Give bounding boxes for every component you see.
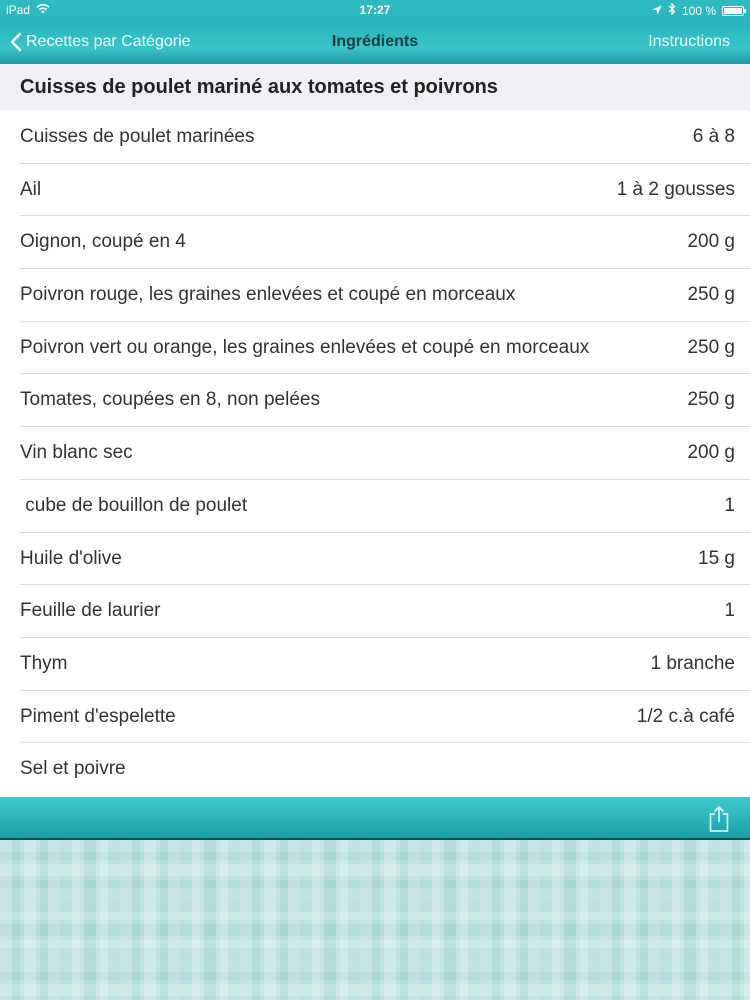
ingredient-quantity: 15 g <box>698 547 735 569</box>
ingredient-name: Sel et poivre <box>20 758 126 780</box>
battery-fill <box>724 7 742 14</box>
ingredient-quantity: 250 g <box>687 336 735 358</box>
nav-title: Ingrédients <box>331 33 419 50</box>
ingredient-quantity: 1 <box>724 600 735 622</box>
ingredient-name: Oignon, coupé en 4 <box>20 231 186 253</box>
ingredient-quantity: 250 g <box>687 389 735 411</box>
bluetooth-icon <box>668 2 676 18</box>
battery-text: 100 % <box>681 3 716 18</box>
ingredient-name: Poivron vert ou orange, les graines enle… <box>20 336 590 358</box>
ingredient-name: Thym <box>20 652 68 674</box>
ingredient-name: Poivron rouge, les graines enlevées et c… <box>20 284 516 306</box>
ingredient-name: Vin blanc sec <box>20 442 133 464</box>
share-icon <box>709 805 729 832</box>
ingredient-name: Feuille de laurier <box>20 600 161 622</box>
ingredient-row[interactable]: Cuisses de poulet marinées 6 à 8 <box>20 111 750 164</box>
ingredient-quantity: 1 <box>724 494 735 516</box>
ingredient-quantity: 250 g <box>687 284 735 306</box>
ingredient-quantity: 1 branche <box>650 652 735 674</box>
bottom-toolbar <box>0 797 750 840</box>
instructions-button[interactable]: Instructions <box>648 20 730 64</box>
ingredient-name: Cuisses de poulet marinées <box>20 126 255 147</box>
ingredient-row[interactable]: Sel et poivre <box>20 743 750 796</box>
ingredient-quantity: 1 à 2 gousses <box>616 178 735 200</box>
ingredient-row[interactable]: Piment d'espelette 1/2 c.à café <box>20 691 750 744</box>
ingredient-name: Huile d'olive <box>20 547 122 569</box>
ingredient-name: Tomates, coupées en 8, non pelées <box>20 389 320 411</box>
recipe-title: Cuisses de poulet mariné aux tomates et … <box>0 64 750 110</box>
ingredient-row[interactable]: Poivron rouge, les graines enlevées et c… <box>20 269 750 322</box>
ingredient-row[interactable]: Thym 1 branche <box>20 638 750 691</box>
ingredient-row[interactable]: Poivron vert ou orange, les graines enle… <box>20 322 750 375</box>
ingredient-name: cube de bouillon de poulet <box>20 494 248 516</box>
ingredient-name: Piment d'espelette <box>20 705 176 727</box>
ingredient-row[interactable]: Feuille de laurier 1 <box>20 585 750 638</box>
ingredient-quantity: 200 g <box>687 442 735 464</box>
ingredient-row[interactable]: Vin blanc sec 200 g <box>20 427 750 480</box>
ingredient-name: Ail <box>20 178 42 200</box>
status-right: 100 % <box>652 2 746 18</box>
ingredient-row[interactable]: cube de bouillon de poulet 1 <box>20 480 750 533</box>
battery-icon <box>722 5 746 16</box>
navigation-bar: Recettes par Catégorie Ingrédients Instr… <box>0 20 750 64</box>
status-time: 17:27 <box>359 3 391 17</box>
ingredients-list: Cuisses de poulet marinées 6 à 8 Ail 1 à… <box>0 111 750 796</box>
background-pattern <box>0 840 750 1000</box>
ingredient-row[interactable]: Ail 1 à 2 gousses <box>20 164 750 217</box>
share-button[interactable] <box>706 805 732 833</box>
ingredient-row[interactable]: Tomates, coupées en 8, non pelées 250 g <box>20 374 750 428</box>
ingredient-quantity: 6 à 8 <box>692 126 735 147</box>
ingredient-row[interactable]: Huile d'olive 15 g <box>20 533 750 586</box>
status-bar: iPad 17:27 100 % <box>0 0 750 20</box>
ingredient-row[interactable]: Oignon, coupé en 4 200 g <box>20 216 750 270</box>
ingredient-quantity: 200 g <box>687 231 735 253</box>
ingredient-quantity: 1/2 c.à café <box>636 705 735 727</box>
top-bar: iPad 17:27 100 % Recettes par Catégorie … <box>0 0 750 64</box>
location-arrow-icon <box>652 4 662 18</box>
